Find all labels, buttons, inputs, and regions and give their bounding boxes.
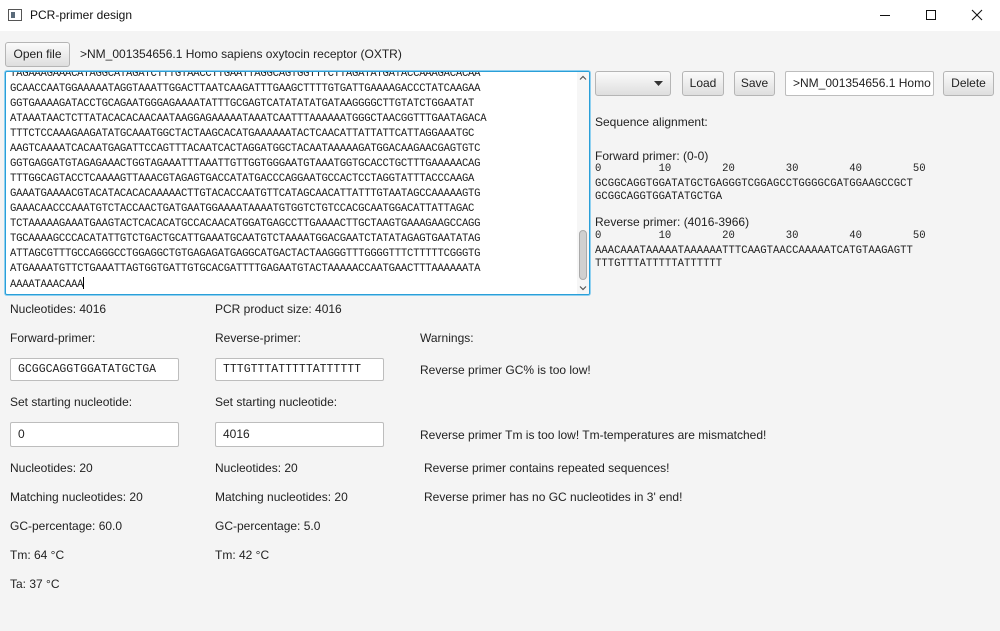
forward-start-input[interactable]: 0 <box>10 422 179 447</box>
save-button[interactable]: Save <box>734 71 775 96</box>
window-title: PCR-primer design <box>30 8 133 22</box>
sequence-line: TCTAAAAAGAAATGAAGTACTCACACATGCCACAACATGG… <box>10 218 481 230</box>
forward-ruler: 0 10 20 30 40 50 <box>595 163 926 175</box>
minimize-icon <box>880 15 890 16</box>
reverse-primer-input[interactable]: TTTGTTTATTTTTATTTTTT <box>215 358 384 381</box>
forward-matching: Matching nucleotides: 20 <box>10 490 143 504</box>
reverse-start-label: Set starting nucleotide: <box>215 395 338 409</box>
scroll-up-icon[interactable] <box>579 74 587 82</box>
reverse-primer-alignment: TTTGTTTATTTTTATTTTTT <box>595 258 723 270</box>
sequence-line: AAGTCAAAATCACAATGAGATTCCAGTTTACAATCACTAG… <box>10 143 481 155</box>
total-nucleotides: Nucleotides: 4016 <box>10 302 107 316</box>
warning-item: Reverse primer contains repeated sequenc… <box>424 461 670 475</box>
chevron-down-icon <box>654 81 663 86</box>
forward-nucleotides: Nucleotides: 20 <box>10 461 93 475</box>
forward-primer-input[interactable]: GCGGCAGGTGGATATGCTGA <box>10 358 179 381</box>
reverse-gc: GC-percentage: 5.0 <box>215 519 321 533</box>
sequence-text[interactable]: TAGAAAGAAACATAGGCATAGATCTTTGTAACCTTGAATT… <box>10 71 572 293</box>
forward-primer-title: Forward-primer: <box>10 331 96 345</box>
sequence-header: >NM_001354656.1 Homo sapiens oxytocin re… <box>80 47 402 61</box>
sequence-line: ATAAATAACTCTTATACACACAACAATAAGGAGAAAAATA… <box>10 113 487 125</box>
sequence-select[interactable] <box>595 71 671 96</box>
reverse-alignment-title: Reverse primer: (4016-3966) <box>595 215 750 229</box>
sequence-line: GGTGAGGATGTAGAGAAACTGGTAGAAATTTAAATTGTTG… <box>10 158 481 170</box>
open-file-button[interactable]: Open file <box>5 42 70 67</box>
delete-button[interactable]: Delete <box>943 71 994 96</box>
close-icon <box>971 9 983 21</box>
forward-alignment-title: Forward primer: (0-0) <box>595 149 709 163</box>
maximize-icon <box>926 10 936 20</box>
reverse-primer-title: Reverse-primer: <box>215 331 302 345</box>
sequence-line: ATGAAAATGTTCTGAAATTAGTGGTGATTGTGCACGATTT… <box>10 263 481 275</box>
sequence-line: GCAACCAATGGAAAAATAGGTAAATTGGACTTAATCAAGA… <box>10 83 481 95</box>
warnings-title: Warnings: <box>420 331 474 345</box>
forward-gc: GC-percentage: 60.0 <box>10 519 123 533</box>
title-bar: PCR-primer design <box>0 0 1000 31</box>
sequence-line: GGTGAAAAGATACCTGCAGAATGGGAGAAAATATTTGCGA… <box>10 98 475 110</box>
forward-primer-alignment: GCGGCAGGTGGATATGCTGA <box>595 191 723 203</box>
sequence-line: ATTAGCGTTTGCCAGGGCCTGGAGGCTGTGAGAGATGAGG… <box>10 248 481 260</box>
pcr-product-size: PCR product size: 4016 <box>215 302 342 316</box>
forward-start-label: Set starting nucleotide: <box>10 395 133 409</box>
forward-template-sequence: GCGGCAGGTGGATATGCTGAGGGTCGGAGCCTGGGGCGAT… <box>595 178 913 190</box>
maximize-button[interactable] <box>908 0 954 31</box>
sequence-line: TTTCTCCAAAGAAGATATGCAAATGGCTACTAAGCACATG… <box>10 128 475 140</box>
minimize-button[interactable] <box>862 0 908 31</box>
reverse-template-sequence: AAACAAATAAAAATAAAAAATTTCAAGTAACCAAAAATCA… <box>595 245 913 257</box>
scroll-down-icon[interactable] <box>579 284 587 292</box>
sequence-line: TTTGGCAGTACCTCAAAAGTTAAACGTAGAGTGACCATAT… <box>10 173 475 185</box>
scroll-thumb[interactable] <box>579 230 587 280</box>
forward-tm: Tm: 64 °C <box>10 548 65 562</box>
text-caret <box>83 277 85 289</box>
app-icon <box>8 9 22 21</box>
reverse-ruler: 0 10 20 30 40 50 <box>595 230 926 242</box>
sequence-line: GAAATGAAAACGTACATACACACAAAAACTTGTACACCAA… <box>10 188 481 200</box>
reverse-matching: Matching nucleotides: 20 <box>215 490 348 504</box>
sequence-scrollbar[interactable] <box>577 72 589 294</box>
alignment-title: Sequence alignment: <box>595 115 708 129</box>
reverse-start-input[interactable]: 4016 <box>215 422 384 447</box>
header-name-input[interactable]: >NM_001354656.1 Homo <box>785 71 934 96</box>
warning-item: Reverse primer has no GC nucleotides in … <box>424 490 683 504</box>
annealing-temperature: Ta: 37 °C <box>10 577 60 591</box>
load-button[interactable]: Load <box>682 71 724 96</box>
warning-item: Reverse primer Tm is too low! Tm-tempera… <box>420 428 767 442</box>
reverse-nucleotides: Nucleotides: 20 <box>215 461 298 475</box>
sequence-line: TAGAAAGAAACATAGGCATAGATCTTTGTAACCTTGAATT… <box>10 71 481 80</box>
sequence-line: AAAATAAACAAA <box>10 277 85 291</box>
close-button[interactable] <box>954 0 1000 31</box>
sequence-line: GAAACAACCCAAATGTCTACCAACTGATGAATGGAAAATA… <box>10 203 475 215</box>
sequence-textarea[interactable]: TAGAAAGAAACATAGGCATAGATCTTTGTAACCTTGAATT… <box>5 71 590 295</box>
warning-item: Reverse primer GC% is too low! <box>420 363 591 377</box>
reverse-tm: Tm: 42 °C <box>215 548 270 562</box>
sequence-line: TGCAAAAGCCCACATATTGTCTGACTGCATTGAAATGCAA… <box>10 233 481 245</box>
